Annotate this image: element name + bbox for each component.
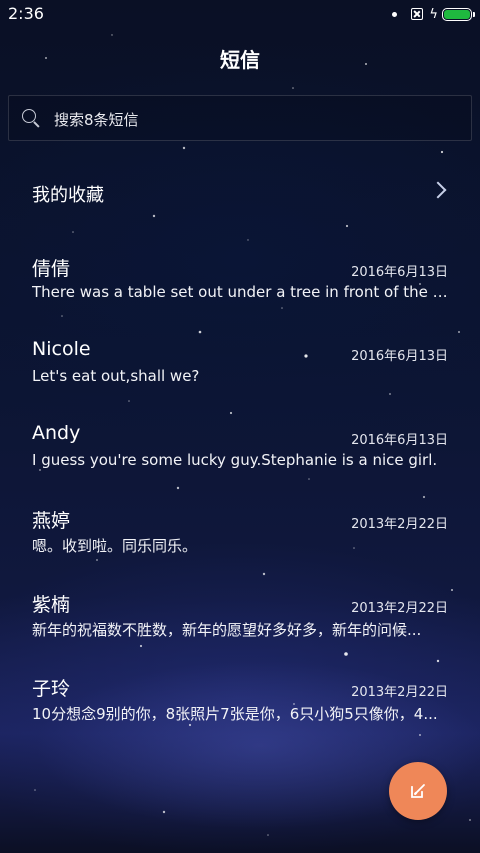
conversation-name: 倩倩 <box>32 258 71 280</box>
conversation-preview: 嗯。收到啦。同乐同乐。 <box>32 537 198 555</box>
conversation-name: 紫楠 <box>32 594 71 616</box>
status-icons: ϟ <box>392 5 475 23</box>
conversation-date: 2013年2月22日 <box>351 601 448 616</box>
conversation-item[interactable]: 倩倩 2016年6月13日 There was a table set out … <box>0 252 480 334</box>
conversation-preview: 新年的祝福数不胜数，新年的愿望好多好多，新年的问候... <box>32 621 422 639</box>
favorites-label: 我的收藏 <box>32 185 104 206</box>
chevron-right-icon <box>429 181 447 199</box>
conversation-name: Andy <box>32 422 81 444</box>
conversation-date: 2016年6月13日 <box>351 349 448 364</box>
notification-dot-icon <box>392 11 398 17</box>
conversation-item[interactable]: 紫楠 2013年2月22日 新年的祝福数不胜数，新年的愿望好多好多，新年的问候.… <box>0 588 480 670</box>
search-input-placeholder[interactable]: 搜索8条短信 <box>54 109 139 130</box>
conversation-item[interactable]: Andy 2016年6月13日 I guess you're some luck… <box>0 420 480 502</box>
charging-bolt-icon: ϟ <box>429 6 438 22</box>
conversation-item[interactable]: 子玲 2013年2月22日 10分想念9别的你，8张照片7张是你，6只小狗5只像… <box>0 672 480 754</box>
sim-card-icon <box>411 8 424 20</box>
conversation-preview: 10分想念9别的你，8张照片7张是你，6只小狗5只像你，4... <box>32 705 438 723</box>
conversation-item[interactable]: Nicole 2016年6月13日 Let's eat out,shall we… <box>0 336 480 418</box>
status-bar: 2:36 ϟ <box>0 0 480 28</box>
conversation-preview: Let's eat out,shall we? <box>32 367 200 385</box>
conversation-name: 子玲 <box>32 678 71 700</box>
conversation-name: Nicole <box>32 338 91 360</box>
battery-icon <box>442 7 475 21</box>
compose-icon <box>411 784 425 798</box>
status-time: 2:36 <box>8 4 44 23</box>
battery-level <box>444 9 470 19</box>
search-bar[interactable]: 搜索8条短信 <box>8 95 472 141</box>
conversation-date: 2016年6月13日 <box>351 433 448 448</box>
conversation-item[interactable]: 燕婷 2013年2月22日 嗯。收到啦。同乐同乐。 <box>0 504 480 586</box>
conversation-name: 燕婷 <box>32 510 71 532</box>
conversation-date: 2013年2月22日 <box>351 517 448 532</box>
conversation-date: 2016年6月13日 <box>351 265 448 280</box>
search-icon <box>22 109 36 123</box>
favorites-row[interactable]: 我的收藏 <box>0 160 480 222</box>
conversation-preview: I guess you're some lucky guy.Stephanie … <box>32 451 438 469</box>
conversation-preview: There was a table set out under a tree i… <box>32 283 448 301</box>
conversation-date: 2013年2月22日 <box>351 685 448 700</box>
compose-button[interactable] <box>389 762 447 820</box>
page-title: 短信 <box>220 48 260 72</box>
